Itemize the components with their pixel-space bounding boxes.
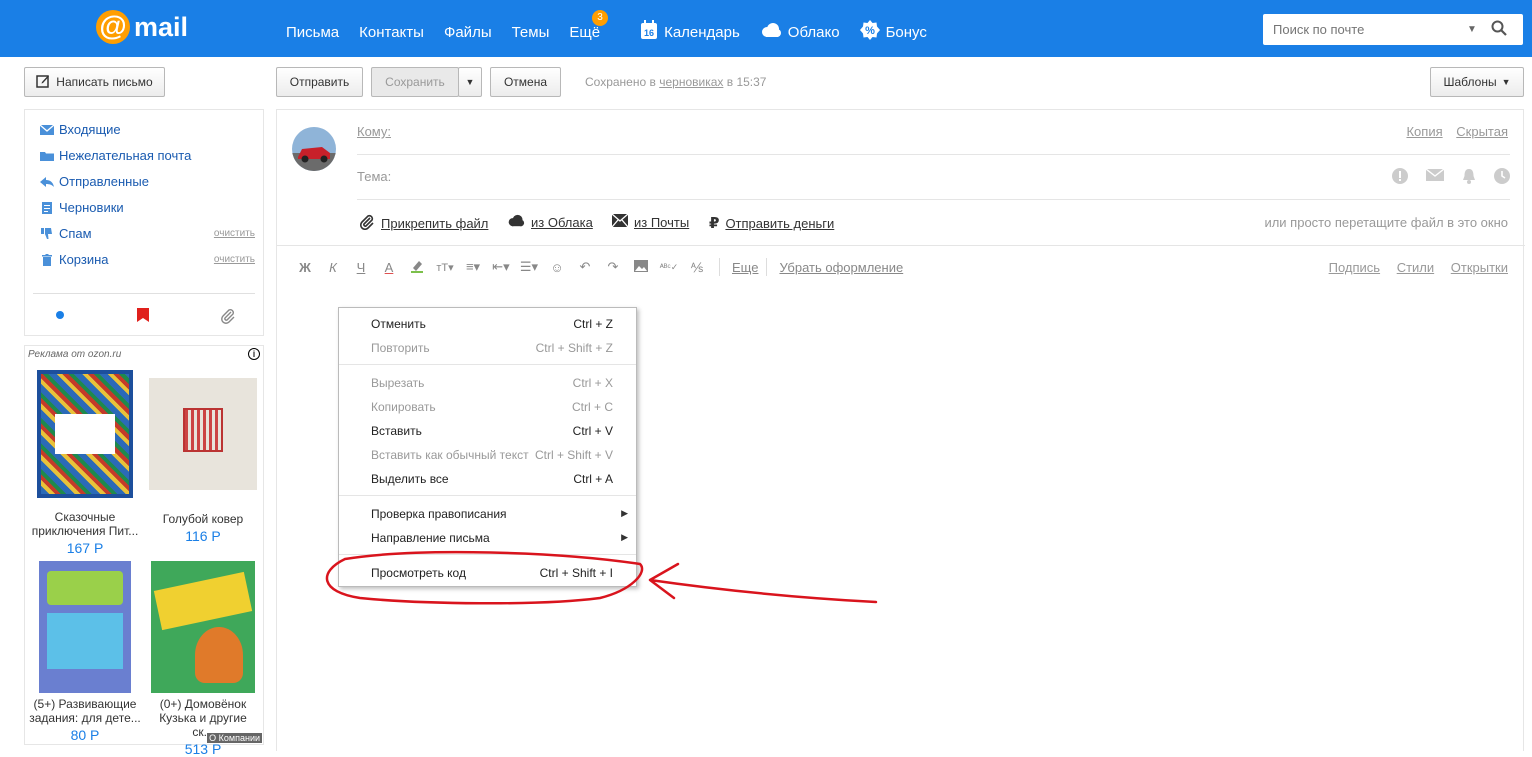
annotation-overlay	[325, 550, 878, 605]
annotation-arrow	[648, 562, 878, 604]
annotation-circle	[325, 550, 644, 605]
